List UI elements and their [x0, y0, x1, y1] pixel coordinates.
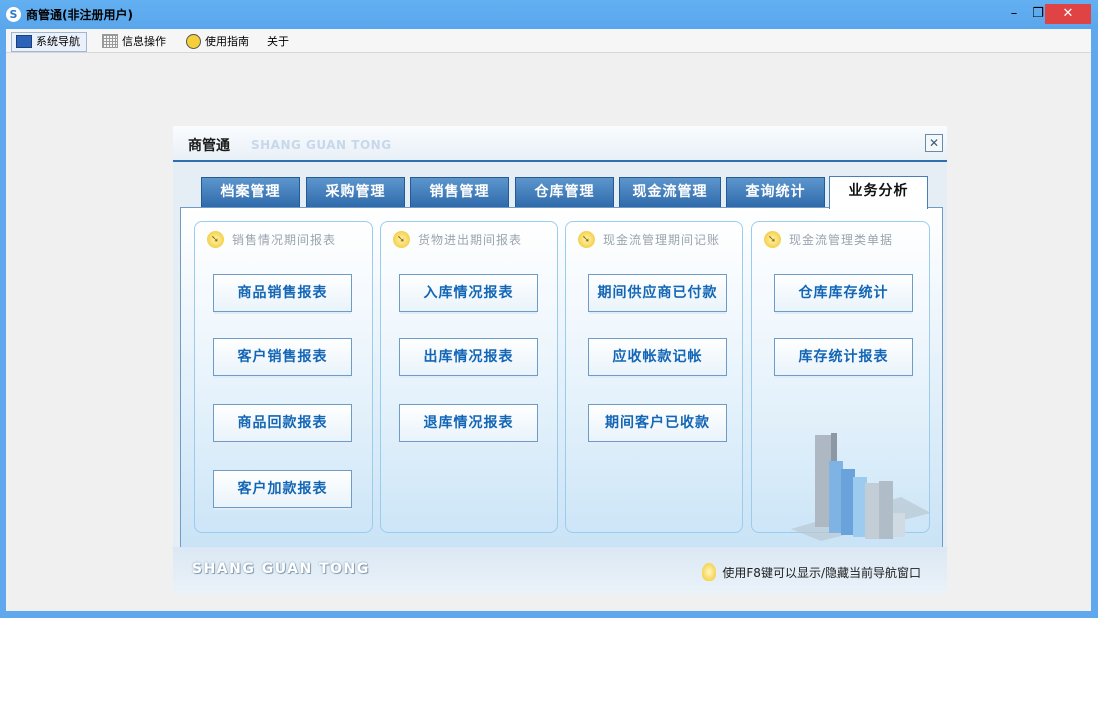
nav-header: 商管通 SHANG GUAN TONG ✕ [173, 126, 947, 162]
group-title: ➘ 现金流管理类单据 [764, 231, 893, 249]
tab-archive[interactable]: 档案管理 [201, 177, 300, 208]
product-payment-report-button[interactable]: 商品回款报表 [213, 404, 352, 442]
stock-out-report-button[interactable]: 出库情况报表 [399, 338, 538, 376]
title-bar[interactable]: S 商管通(非注册用户) – ❐ ✕ [0, 0, 1098, 29]
supplier-paid-button[interactable]: 期间供应商已付款 [588, 274, 727, 312]
help-icon [186, 33, 201, 49]
group-sales-period-reports: ➘ 销售情况期间报表 商品销售报表 客户销售报表 商品回款报表 客户加款报表 [194, 221, 373, 533]
close-button[interactable]: ✕ [1045, 4, 1091, 24]
stock-return-report-button[interactable]: 退库情况报表 [399, 404, 538, 442]
menu-label: 系统导航 [36, 35, 80, 48]
arrow-badge-icon: ➘ [578, 231, 595, 248]
tab-query-stats[interactable]: 查询统计 [726, 177, 825, 208]
bar-chart-illustration [791, 433, 931, 541]
customer-sales-report-button[interactable]: 客户销售报表 [213, 338, 352, 376]
group-title-text: 现金流管理类单据 [789, 233, 894, 247]
footer-hint-text: 使用F8键可以显示/隐藏当前导航窗口 [722, 566, 921, 580]
tab-business-analysis[interactable]: 业务分析 [829, 176, 928, 209]
tab-content: ➘ 销售情况期间报表 商品销售报表 客户销售报表 商品回款报表 客户加款报表 ➘ 货… [180, 207, 943, 549]
arrow-badge-icon: ➘ [207, 231, 224, 248]
nav-close-icon[interactable]: ✕ [925, 134, 943, 152]
arrow-badge-icon: ➘ [764, 231, 781, 248]
menu-system-nav[interactable]: 系统导航 [11, 32, 87, 52]
menu-info-ops[interactable]: 信息操作 [97, 32, 173, 52]
footer-hint: 使用F8键可以显示/隐藏当前导航窗口 [702, 562, 921, 583]
group-title-text: 销售情况期间报表 [232, 233, 337, 247]
menu-bar: 系统导航 信息操作 使用指南 关于 [6, 29, 1091, 53]
group-cashflow-period-accounts: ➘ 现金流管理期间记账 期间供应商已付款 应收帐款记帐 期间客户已收款 [565, 221, 743, 533]
menu-label: 信息操作 [122, 35, 166, 48]
menu-label: 关于 [267, 35, 289, 48]
group-title: ➘ 货物进出期间报表 [393, 231, 522, 249]
monitor-icon [16, 34, 32, 48]
grid-icon [102, 34, 118, 48]
menu-label: 使用指南 [205, 35, 249, 48]
arrow-badge-icon: ➘ [393, 231, 410, 248]
group-title: ➘ 销售情况期间报表 [207, 231, 336, 249]
warehouse-stock-stats-button[interactable]: 仓库库存统计 [774, 274, 913, 312]
tab-cashflow[interactable]: 现金流管理 [619, 177, 721, 208]
nav-footer: SHANG GUAN TONG 使用F8键可以显示/隐藏当前导航窗口 [173, 547, 947, 594]
stock-in-report-button[interactable]: 入库情况报表 [399, 274, 538, 312]
menu-about[interactable]: 关于 [262, 32, 296, 52]
menu-user-guide[interactable]: 使用指南 [181, 32, 256, 52]
tab-sales[interactable]: 销售管理 [410, 177, 509, 208]
window-title: 商管通(非注册用户) [26, 8, 133, 22]
customer-received-button[interactable]: 期间客户已收款 [588, 404, 727, 442]
nav-subtitle: SHANG GUAN TONG [251, 138, 392, 152]
footer-brand: SHANG GUAN TONG [192, 561, 370, 577]
group-goods-inout-reports: ➘ 货物进出期间报表 入库情况报表 出库情况报表 退库情况报表 [380, 221, 558, 533]
group-title-text: 货物进出期间报表 [418, 233, 523, 247]
group-title-text: 现金流管理期间记账 [603, 233, 721, 247]
receivables-ledger-button[interactable]: 应收帐款记帐 [588, 338, 727, 376]
app-window: S 商管通(非注册用户) – ❐ ✕ 系统导航 信息操作 使用指南 关于 商管通… [0, 0, 1098, 618]
tab-warehouse[interactable]: 仓库管理 [515, 177, 614, 208]
product-sales-report-button[interactable]: 商品销售报表 [213, 274, 352, 312]
app-logo-icon: S [6, 7, 21, 22]
navigation-panel: 商管通 SHANG GUAN TONG ✕ 档案管理 采购管理 销售管理 仓库管… [173, 126, 947, 594]
lightbulb-icon [702, 562, 717, 581]
tab-purchase[interactable]: 采购管理 [306, 177, 405, 208]
nav-title: 商管通 [188, 138, 230, 154]
stock-stats-report-button[interactable]: 库存统计报表 [774, 338, 913, 376]
group-title: ➘ 现金流管理期间记账 [578, 231, 720, 249]
customer-addition-report-button[interactable]: 客户加款报表 [213, 470, 352, 508]
